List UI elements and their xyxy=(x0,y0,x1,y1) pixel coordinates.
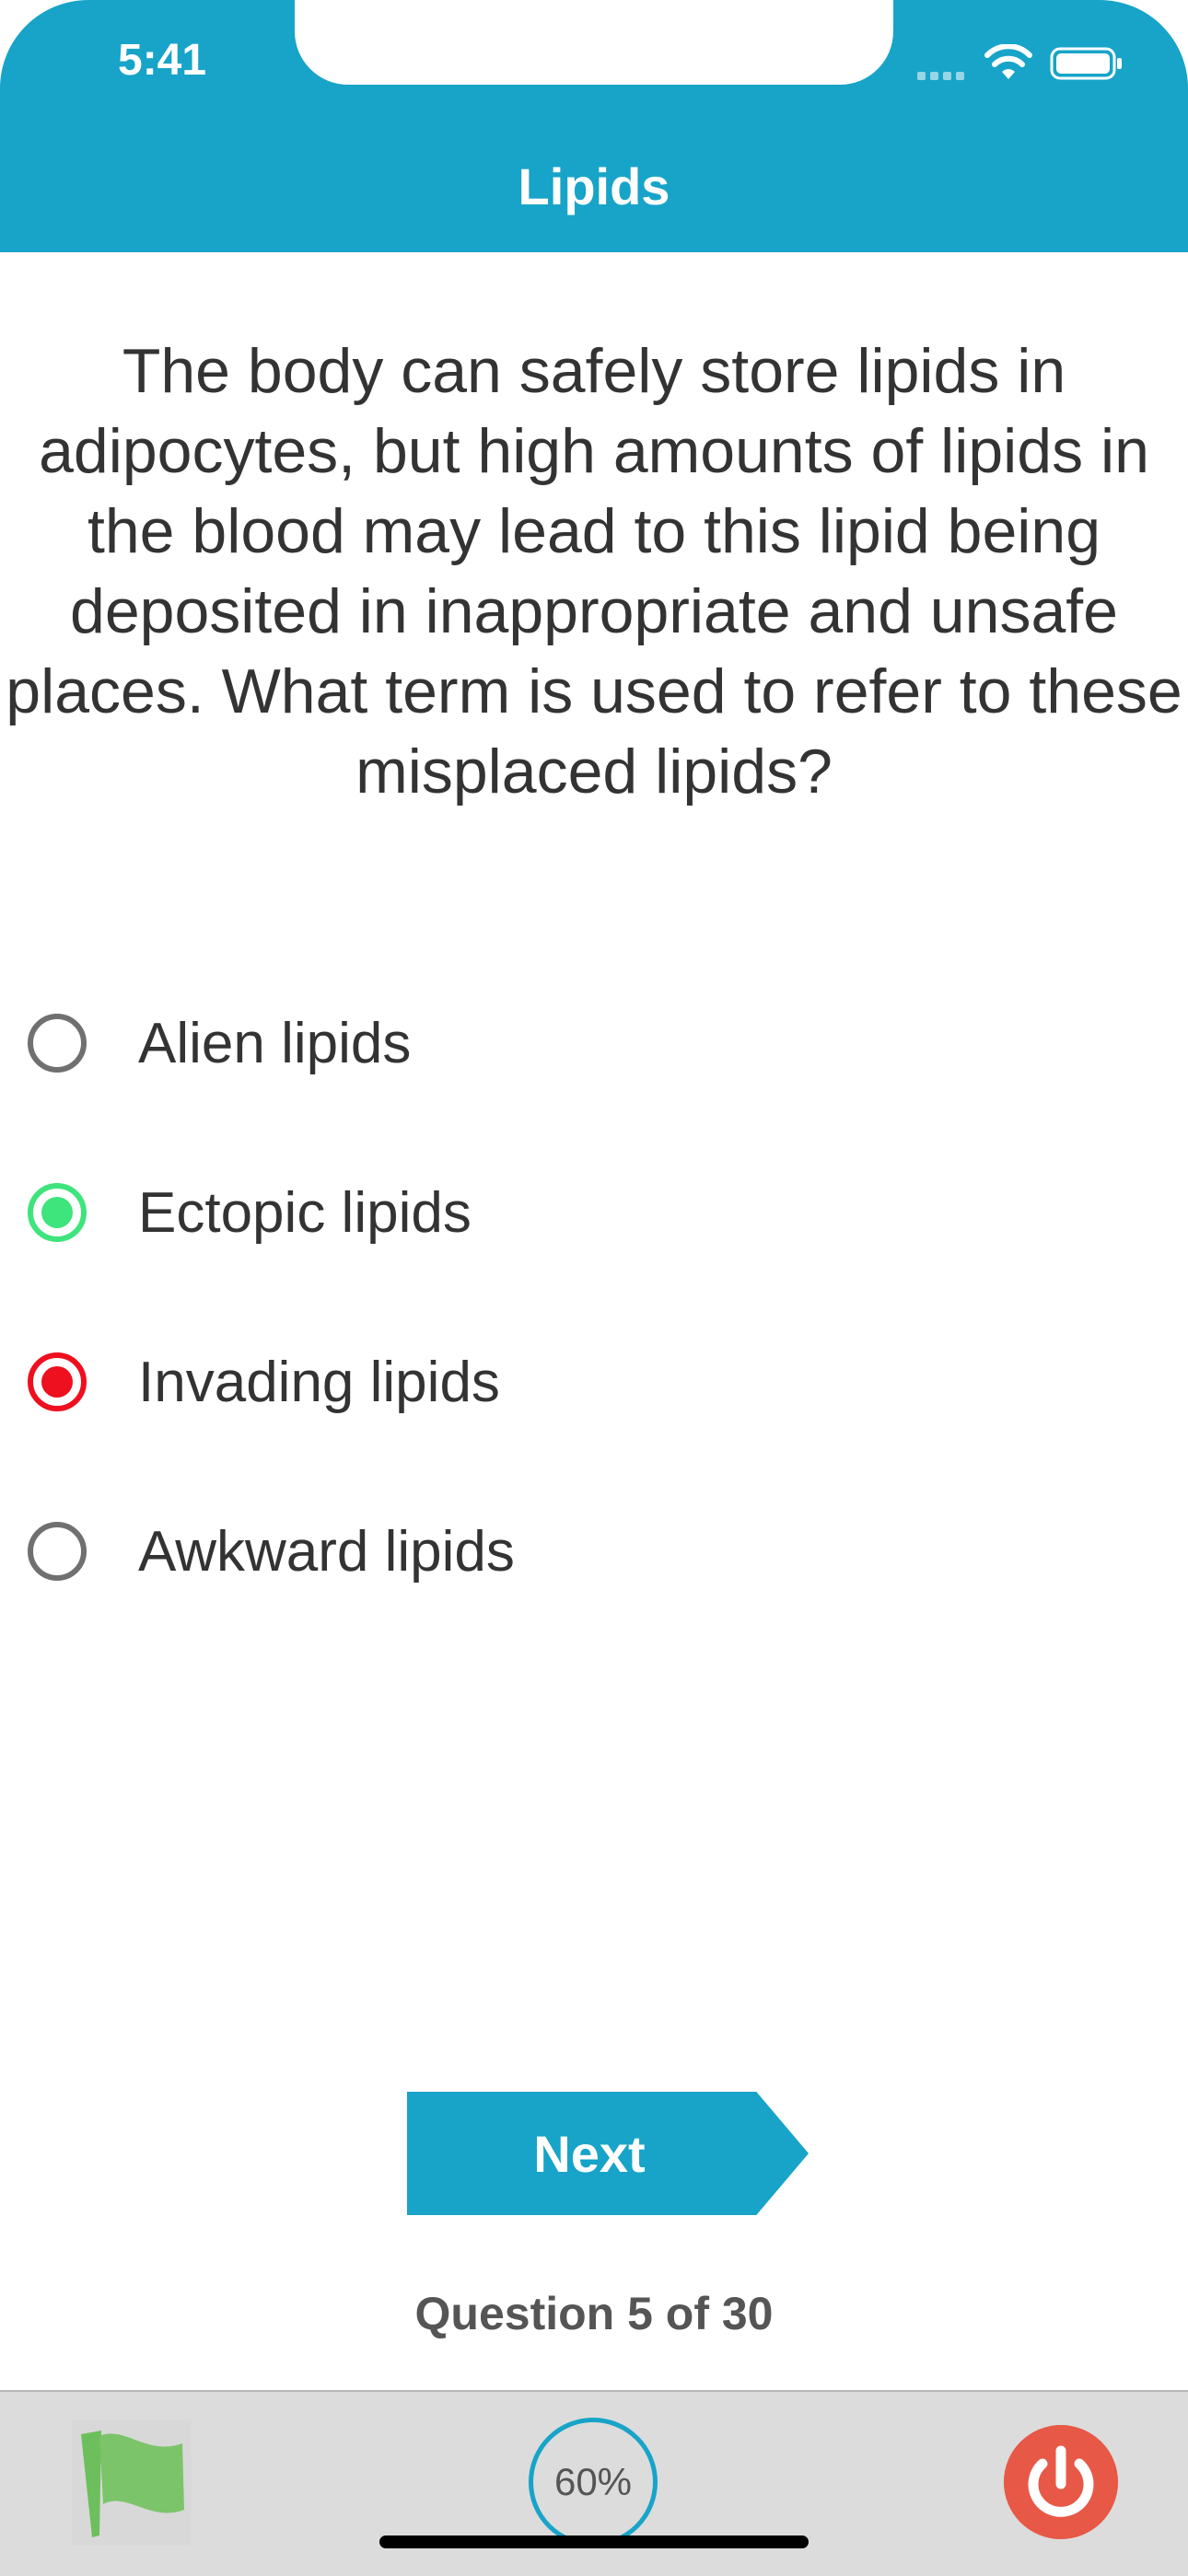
answer-option-4[interactable]: Awkward lipids xyxy=(28,1510,949,1593)
nav-header: 5:41 Lipids xyxy=(0,0,1188,252)
answer-option-2[interactable]: Ectopic lipids xyxy=(28,1171,949,1254)
home-indicator[interactable] xyxy=(379,2535,809,2548)
answer-option-label: Invading lipids xyxy=(138,1350,500,1414)
next-button[interactable]: Next xyxy=(407,2092,809,2215)
answer-option-label: Alien lipids xyxy=(138,1011,412,1075)
wifi-icon xyxy=(984,44,1032,79)
radio-unselected-icon[interactable] xyxy=(28,1014,87,1073)
score-percent: 60% xyxy=(553,2460,633,2503)
question-text: The body can safely store lipids in adip… xyxy=(6,336,1182,806)
device-notch xyxy=(295,0,893,85)
radio-correct-icon[interactable] xyxy=(28,1183,87,1242)
score-progress-indicator[interactable]: 60% xyxy=(529,2418,658,2547)
power-icon[interactable] xyxy=(1004,2425,1118,2539)
radio-incorrect-icon[interactable] xyxy=(28,1352,87,1411)
battery-icon xyxy=(1050,47,1122,80)
answer-option-1[interactable]: Alien lipids xyxy=(28,1002,949,1085)
radio-unselected-icon[interactable] xyxy=(28,1522,87,1581)
answer-option-label: Ectopic lipids xyxy=(138,1180,472,1245)
answer-option-3[interactable]: Invading lipids xyxy=(28,1340,949,1423)
page-title: Lipids xyxy=(518,157,670,215)
status-time: 5:41 xyxy=(118,36,207,85)
answer-option-label: Awkward lipids xyxy=(138,1519,515,1584)
question-counter: Question 5 of 30 xyxy=(414,2288,774,2339)
flag-icon[interactable] xyxy=(72,2419,192,2545)
signal-icon xyxy=(917,68,971,81)
